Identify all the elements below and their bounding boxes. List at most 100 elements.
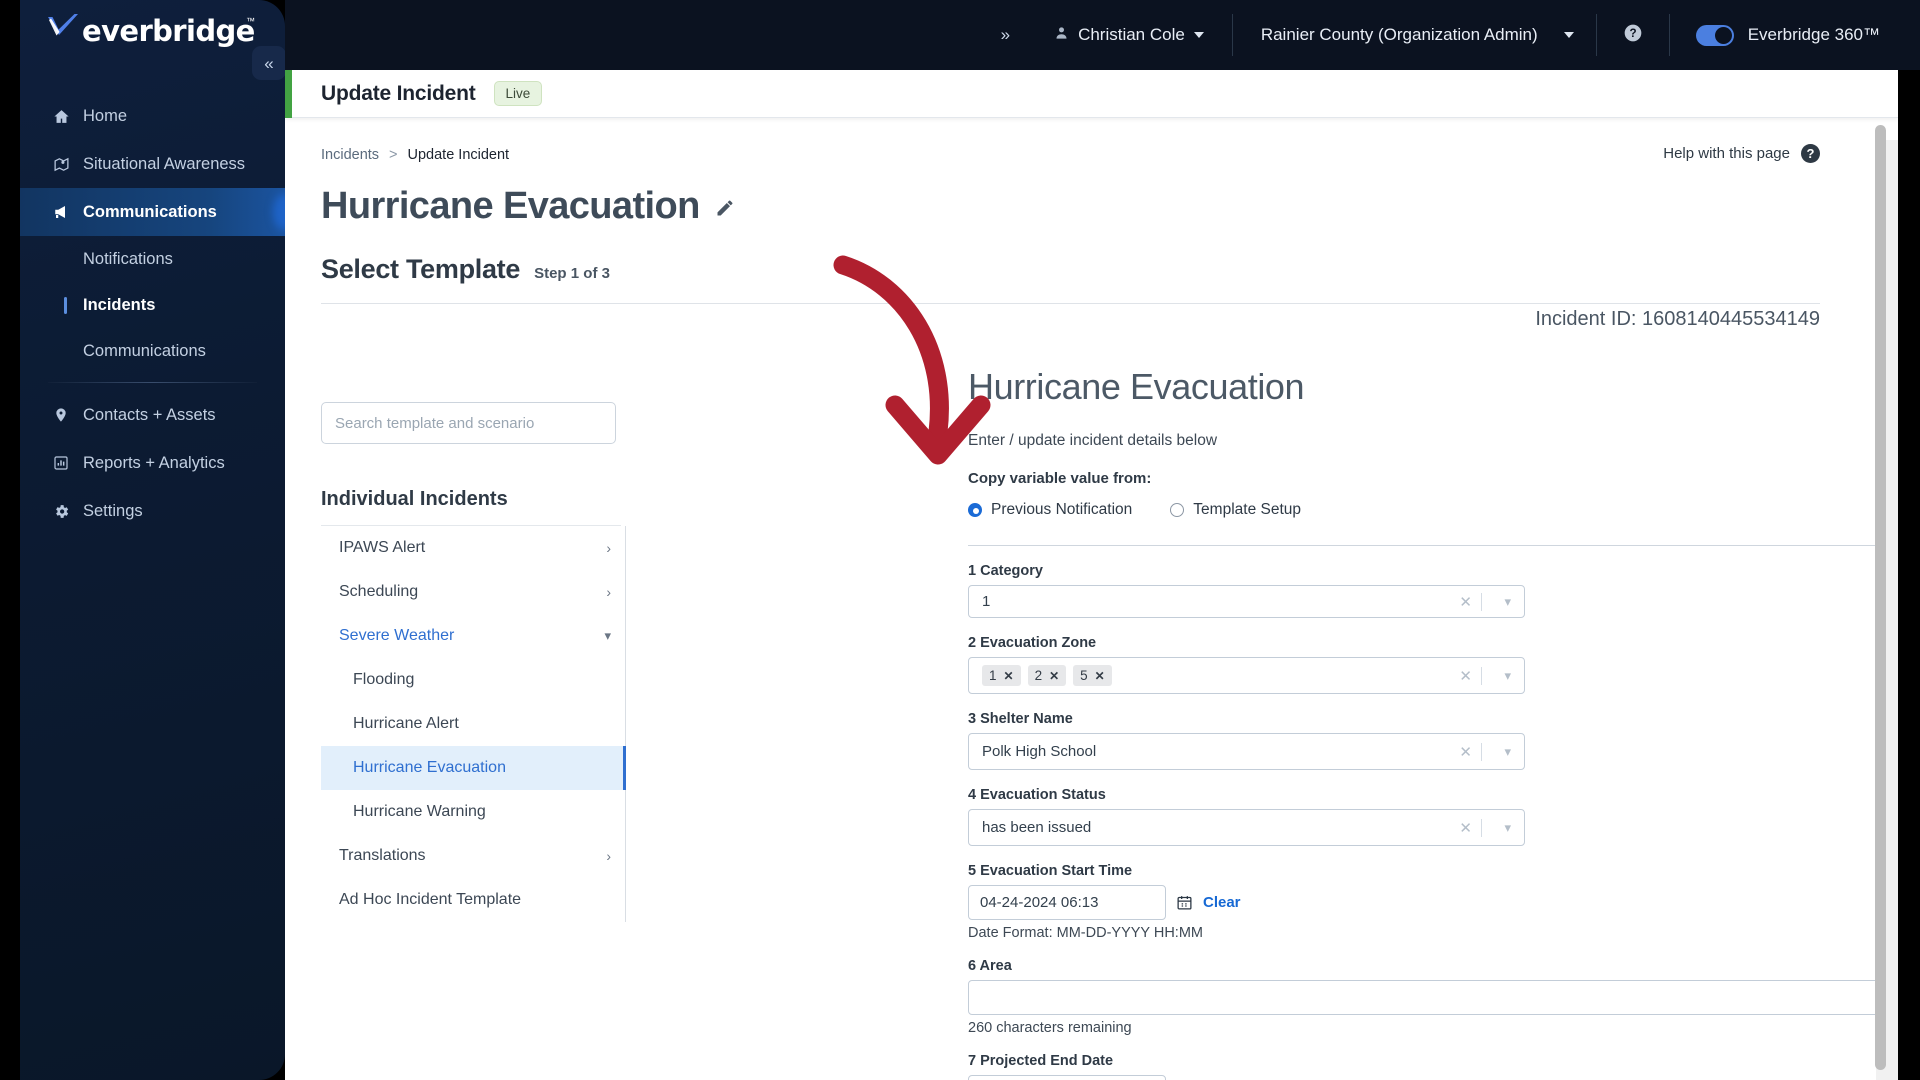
sidebar-item-label: Situational Awareness [83,154,246,173]
evacuation-zone-multiselect[interactable]: 1 ✕ 2 ✕ 5 ✕ ✕ ▾ [968,657,1525,694]
help-button[interactable]: ? [1597,23,1669,48]
search-template-input[interactable]: Search template and scenario [321,402,616,444]
template-list: IPAWS Alert › Scheduling › Severe Weathe… [321,526,626,922]
sidebar-subitem-communications[interactable]: Communications [20,328,285,374]
datetime-row: 04-24-2024 06:13 Clear [968,885,1898,920]
calendar-icon[interactable] [1176,894,1193,911]
template-row-label: Flooding [353,671,415,688]
user-menu[interactable]: Christian Cole [1054,25,1232,46]
chevron-down-icon[interactable]: ▾ [1504,594,1511,610]
breadcrumb-separator: > [389,147,398,163]
datetime-row: Clear [968,1075,1898,1080]
template-row-hurricane-alert[interactable]: Hurricane Alert [321,702,625,746]
help-with-this-page-label: Help with this page [1663,145,1790,162]
sidebar: everbridge ™ « Home Situational Awarenes… [20,0,285,1080]
area-textarea[interactable] [968,980,1893,1015]
control-divider [1481,593,1482,611]
template-row-label: Scheduling [339,583,419,600]
chevron-down-icon[interactable]: ▾ [1504,820,1511,836]
template-row-hurricane-warning[interactable]: Hurricane Warning [321,790,625,834]
clear-icon[interactable]: ✕ [1459,743,1472,761]
question-circle-icon: ? [1623,23,1643,48]
clear-icon[interactable]: ✕ [1459,593,1472,611]
incident-form: Hurricane Evacuation Enter / update inci… [968,366,1898,1080]
shelter-name-select[interactable]: Polk High School ✕ ▾ [968,733,1525,770]
sidebar-item-contacts-assets[interactable]: Contacts + Assets [20,391,285,439]
template-row-ad-hoc-incident-template[interactable]: Ad Hoc Incident Template [321,878,625,922]
chip-remove-icon[interactable]: ✕ [1095,669,1105,683]
sidebar-subitem-label: Communications [83,341,206,360]
form-divider [968,545,1893,546]
chevron-right-icon: › [606,848,611,864]
clear-icon[interactable]: ✕ [1459,819,1472,837]
evacuation-start-time-input[interactable]: 04-24-2024 06:13 [968,885,1166,920]
incident-title-text: Hurricane Evacuation [321,185,700,227]
chevron-down-icon[interactable]: ▾ [1504,744,1511,760]
category-select[interactable]: 1 ✕ ▾ [968,585,1525,618]
scrollbar-thumb[interactable] [1875,125,1886,1070]
field-projected-end-date: 7 Projected End Date Clear [968,1053,1898,1080]
template-row-ipaws-alert[interactable]: IPAWS Alert › [321,526,625,570]
step-indicator: Step 1 of 3 [534,265,610,282]
sidebar-item-reports-analytics[interactable]: Reports + Analytics [20,439,285,487]
active-indicator-bar [64,297,67,314]
sidebar-subitem-notifications[interactable]: Notifications [20,236,285,282]
field-shelter-name: 3 Shelter Name Polk High School ✕ ▾ [968,711,1898,770]
location-pin-icon [53,407,83,423]
sidebar-item-settings[interactable]: Settings [20,487,285,535]
step-divider [321,303,1820,304]
pencil-icon[interactable] [715,185,735,228]
sidebar-item-label: Home [83,106,128,125]
template-row-translations[interactable]: Translations › [321,834,625,878]
svg-text:?: ? [1629,27,1636,40]
clear-icon[interactable]: ✕ [1459,667,1472,685]
sidebar-subitem-label: Notifications [83,249,173,268]
chevron-down-icon[interactable]: ▾ [1504,668,1511,684]
template-row-flooding[interactable]: Flooding [321,658,625,702]
sidebar-item-label: Settings [83,501,143,520]
radio-button-icon [1170,503,1185,517]
chip-zone-5[interactable]: 5 ✕ [1073,665,1112,686]
template-row-hurricane-evacuation[interactable]: Hurricane Evacuation [321,746,626,790]
template-row-label: Hurricane Evacuation [353,759,506,776]
template-row-label: Ad Hoc Incident Template [339,891,522,908]
projected-end-date-input[interactable] [968,1075,1166,1080]
field-label: 1 Category [968,563,1043,579]
chip-remove-icon[interactable]: ✕ [1004,669,1014,683]
template-row-scheduling[interactable]: Scheduling › [321,570,625,614]
breadcrumb-link-incidents[interactable]: Incidents [321,147,379,163]
radio-previous-notification[interactable]: Previous Notification [968,501,1132,519]
sidebar-item-communications[interactable]: Communications [20,188,285,236]
field-label: 3 Shelter Name [968,711,1073,727]
sidebar-subitem-incidents[interactable]: Incidents [20,282,285,328]
chip-zone-2[interactable]: 2 ✕ [1027,665,1067,686]
sidebar-divider [48,382,257,383]
template-group-heading: Individual Incidents [321,488,508,510]
sidebar-item-label: Contacts + Assets [83,405,216,424]
template-row-label: Hurricane Warning [353,803,486,820]
sidebar-collapse-button[interactable]: « [252,46,285,80]
field-evacuation-zone: 2 Evacuation Zone 1 ✕ 2 ✕ 5 ✕ ✕ ▾ [968,635,1898,694]
incident-title: Hurricane Evacuation [321,185,1898,228]
template-row-severe-weather[interactable]: Severe Weather ▾ [321,614,625,658]
field-value: Polk High School [982,743,1097,760]
organization-selector[interactable]: Rainier County (Organization Admin) [1233,25,1596,45]
field-label: 2 Evacuation Zone [968,635,1097,651]
chip-zone-1[interactable]: 1 ✕ [982,665,1021,686]
sidebar-item-home[interactable]: Home [20,92,285,140]
page-content: Incidents > Update Incident Help with th… [285,118,1898,1080]
evacuation-status-select[interactable]: has been issued ✕ ▾ [968,809,1525,846]
template-row-label: Translations [339,847,426,864]
help-with-this-page-link[interactable]: Help with this page ? [1663,144,1820,163]
field-label: 4 Evacuation Status [968,787,1106,803]
control-divider [1481,667,1482,685]
sidebar-item-situational-awareness[interactable]: Situational Awareness [20,140,285,188]
everbridge-360-toggle[interactable]: Everbridge 360™ [1670,24,1920,46]
radio-template-setup[interactable]: Template Setup [1170,501,1301,519]
logo-wordmark: everbridge [82,14,255,48]
chevron-double-right-icon[interactable]: » [1001,25,1010,45]
clear-start-time-link[interactable]: Clear [1203,894,1241,911]
toggle-switch[interactable] [1695,24,1734,46]
everbridge-logo: everbridge ™ [46,8,256,52]
chip-remove-icon[interactable]: ✕ [1049,669,1059,683]
